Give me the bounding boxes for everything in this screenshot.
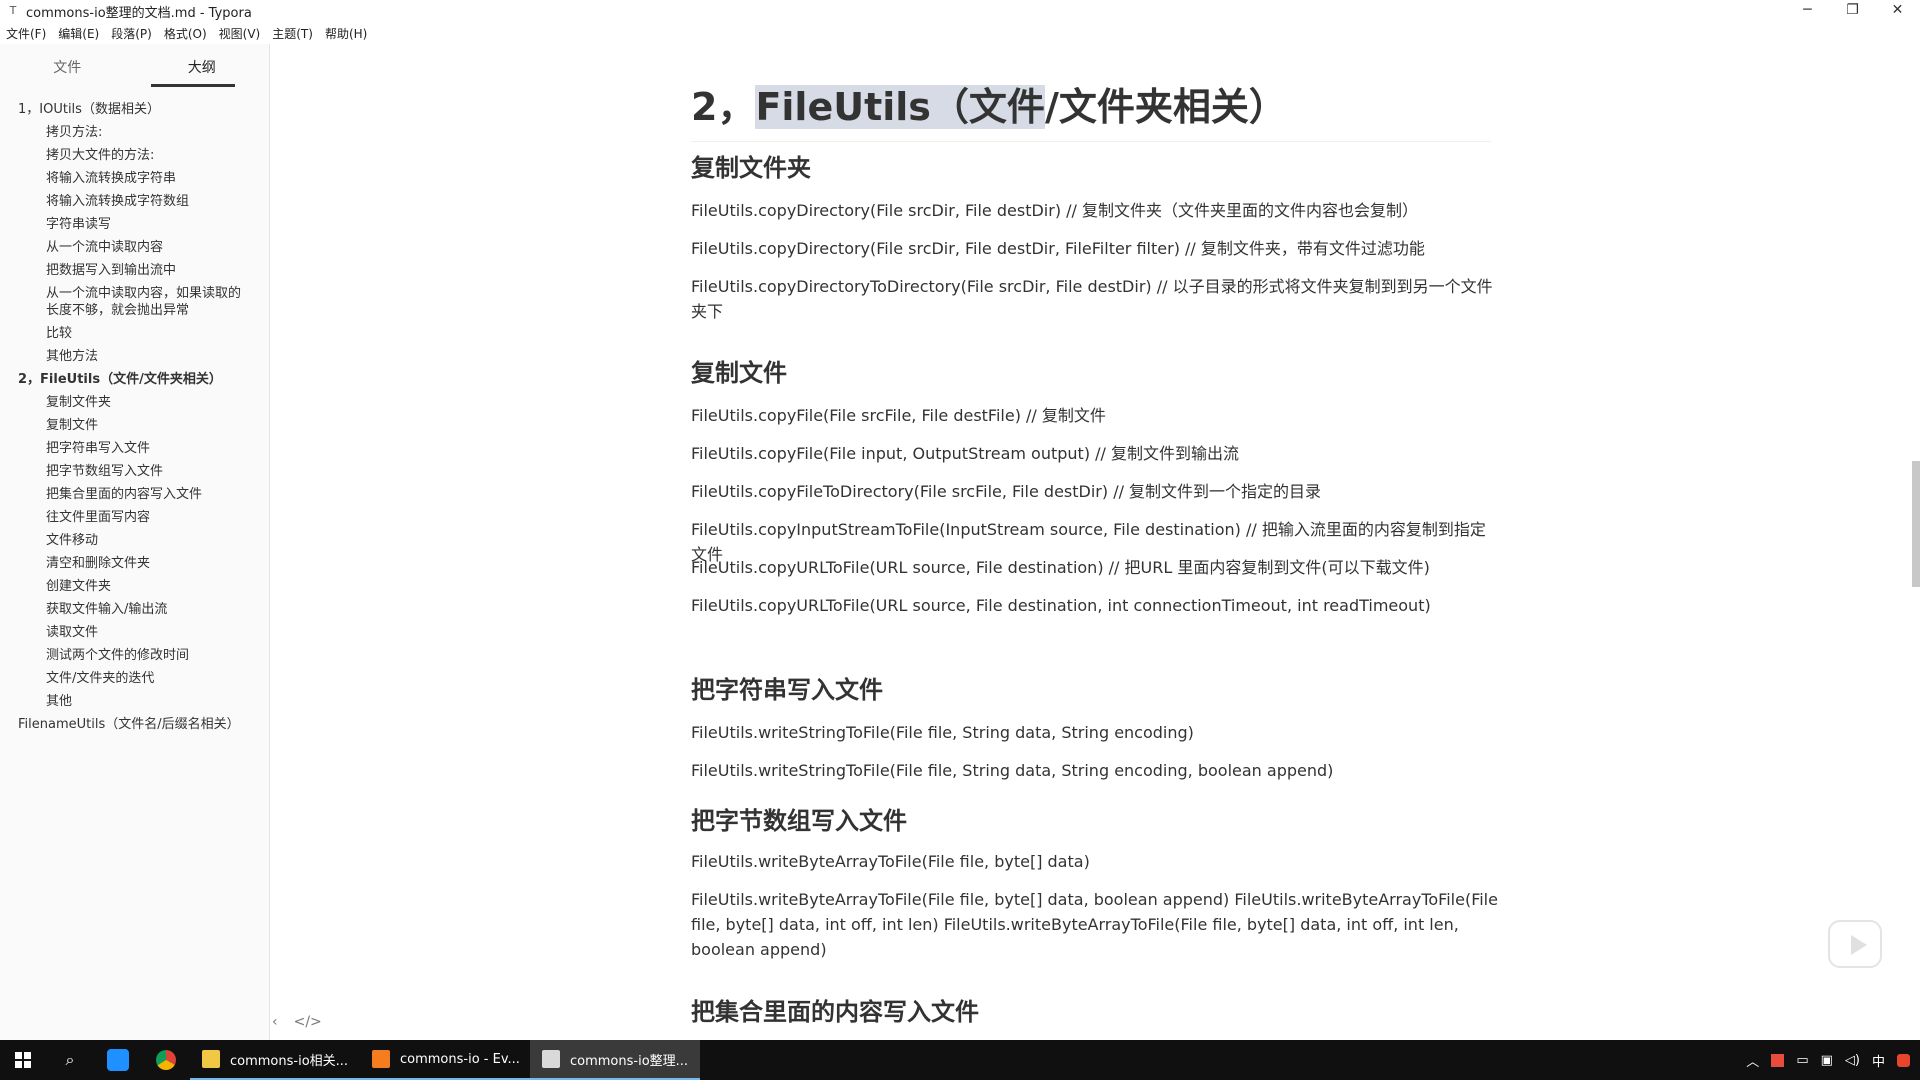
everything-search-icon [372,1050,390,1068]
outline-item[interactable]: 将输入流转换成字符数组 [0,190,269,213]
outline-item[interactable]: 拷贝大文件的方法: [0,144,269,167]
active-tab-indicator [151,84,235,87]
ime-language-indicator[interactable]: 中 [1872,1051,1885,1070]
menu-help[interactable]: 帮助(H) [325,25,367,42]
paragraph[interactable]: FileUtils.copyFileToDirectory(File srcFi… [691,479,1501,504]
sidebar: 文件 大纲 1，IOUtils（数据相关） 拷贝方法: 拷贝大文件的方法: 将输入流转… [0,44,270,1040]
sidebar-tabs: 文件 大纲 [0,44,269,90]
outline-item[interactable]: 将输入流转换成字符串 [0,167,269,190]
selected-text: FileUtils（文件 [755,85,1045,129]
outline-item[interactable]: 1，IOUtils（数据相关） [0,98,269,121]
outline-item[interactable]: 清空和删除文件夹 [0,552,269,575]
paragraph[interactable]: FileUtils.writeByteArrayToFile(File file… [691,887,1501,962]
close-button[interactable]: ✕ [1875,0,1920,22]
app-store-icon[interactable] [94,1040,142,1080]
outline-item[interactable]: 字符串读写 [0,213,269,236]
typora-app-icon: T [9,4,17,17]
heading-suffix: /文件夹相关） [1044,85,1287,129]
paragraph[interactable]: FileUtils.writeStringToFile(File file, S… [691,720,1501,745]
paragraph[interactable]: FileUtils.writeStringToFile(File file, S… [691,758,1501,783]
outline-list: 1，IOUtils（数据相关） 拷贝方法: 拷贝大文件的方法: 将输入流转换成字符串将… [0,90,269,736]
heading-fileutils[interactable]: 2，FileUtils（文件/文件夹相关） [691,76,1491,142]
typora-icon [542,1050,560,1068]
sogou-ime-icon[interactable] [1897,1053,1910,1067]
scrollbar-thumb[interactable] [1912,461,1920,587]
taskbar-app-label: commons-io整理... [570,1053,689,1069]
menu-view[interactable]: 视图(V) [219,25,261,42]
window-title: commons-io整理的文档.md - Typora [26,5,252,21]
menu-edit[interactable]: 编辑(E) [58,25,99,42]
outline-item[interactable]: 往文件里面写内容 [0,506,269,529]
paragraph[interactable]: FileUtils.copyDirectory(File srcDir, Fil… [691,236,1501,261]
taskbar-app-label: commons-io相关... [230,1053,349,1069]
outline-item[interactable]: 获取文件输入/输出流 [0,598,269,621]
window-controls: ─ ❐ ✕ [1785,0,1920,22]
heading-copy-file[interactable]: 复制文件 [691,353,787,388]
volume-icon[interactable]: ◁) [1845,1053,1860,1068]
play-icon[interactable] [1828,920,1882,968]
heading-write-bytes[interactable]: 把字节数组写入文件 [691,801,907,836]
chrome-icon[interactable] [142,1040,190,1080]
windows-logo-icon [15,1052,31,1068]
outline-item[interactable]: 读取文件 [0,621,269,644]
paragraph[interactable]: FileUtils.writeByteArrayToFile(File file… [691,849,1501,874]
outline-item[interactable]: 从一个流中读取内容，如果读取的长度不够，就会抛出异常 [0,282,269,322]
menu-theme[interactable]: 主题(T) [272,25,313,42]
search-icon[interactable]: ⌕ [46,1040,94,1080]
system-tray: ︿ ▭ ▣ ◁) 中 [1746,1040,1910,1080]
minimize-button[interactable]: ─ [1785,0,1830,22]
taskbar-app-folder[interactable]: commons-io相关... [190,1040,360,1080]
taskbar-app-label: commons-io - Ev... [400,1051,520,1067]
menu-format[interactable]: 格式(O) [164,25,207,42]
outline-item[interactable]: 从一个流中读取内容 [0,236,269,259]
heading-prefix: 2， [691,85,756,129]
paragraph[interactable]: FileUtils.copyURLToFile(URL source, File… [691,555,1501,580]
outline-item[interactable]: 其他方法 [0,345,269,368]
outline-item[interactable]: 比较 [0,322,269,345]
title-bar: T commons-io整理的文档.md - Typora ─ ❐ ✕ [0,0,1920,22]
paragraph[interactable]: FileUtils.copyURLToFile(URL source, File… [691,593,1501,618]
outline-item[interactable]: 把字符串写入文件 [0,437,269,460]
paragraph[interactable]: FileUtils.copyFile(File srcFile, File de… [691,403,1501,428]
menu-paragraph[interactable]: 段落(P) [111,25,152,42]
restore-button[interactable]: ❐ [1830,0,1875,22]
outline-item[interactable]: 把字节数组写入文件 [0,460,269,483]
outline-item[interactable]: 把集合里面的内容写入文件 [0,483,269,506]
outline-item[interactable]: 复制文件 [0,414,269,437]
network-icon[interactable]: ▣ [1821,1053,1833,1068]
heading-write-string[interactable]: 把字符串写入文件 [691,670,883,705]
paragraph[interactable]: FileUtils.copyFile(File input, OutputStr… [691,441,1501,466]
heading-write-collection[interactable]: 把集合里面的内容写入文件 [691,992,979,1027]
paragraph[interactable]: FileUtils.copyDirectory(File srcDir, Fil… [691,198,1501,223]
outline-item[interactable]: FilenameUtils（文件名/后缀名相关） [0,713,269,736]
start-button[interactable] [0,1040,46,1080]
red-tray-icon[interactable] [1771,1053,1785,1067]
outline-item[interactable]: 把数据写入到输出流中 [0,259,269,282]
outline-item[interactable]: 测试两个文件的修改时间 [0,644,269,667]
taskbar-app-everything[interactable]: commons-io - Ev... [360,1040,530,1080]
outline-item[interactable]: 创建文件夹 [0,575,269,598]
outline-item[interactable]: 2，FileUtils（文件/文件夹相关） [0,368,269,391]
taskbar: ⌕ commons-io相关... commons-io - Ev... com… [0,1040,1920,1080]
outline-item[interactable]: 其他 [0,690,269,713]
outline-item[interactable]: 拷贝方法: [0,121,269,144]
tab-files[interactable]: 文件 [0,44,135,90]
taskbar-app-typora[interactable]: commons-io整理... [530,1040,700,1080]
editor-area[interactable]: 2，FileUtils（文件/文件夹相关） 复制文件夹 FileUtils.co… [271,44,1920,1040]
outline-item[interactable]: 文件移动 [0,529,269,552]
menu-file[interactable]: 文件(F) [6,25,46,42]
outline-item[interactable]: 复制文件夹 [0,391,269,414]
paragraph[interactable]: FileUtils.copyDirectoryToDirectory(File … [691,274,1501,324]
outline-item[interactable]: 文件/文件夹的迭代 [0,667,269,690]
chevron-up-icon[interactable]: ︿ [1746,1051,1759,1070]
battery-icon[interactable]: ▭ [1796,1053,1808,1068]
folder-icon [202,1050,220,1068]
heading-copy-directory[interactable]: 复制文件夹 [691,148,811,183]
menu-bar: 文件(F) 编辑(E) 段落(P) 格式(O) 视图(V) 主题(T) 帮助(H… [0,22,1920,44]
